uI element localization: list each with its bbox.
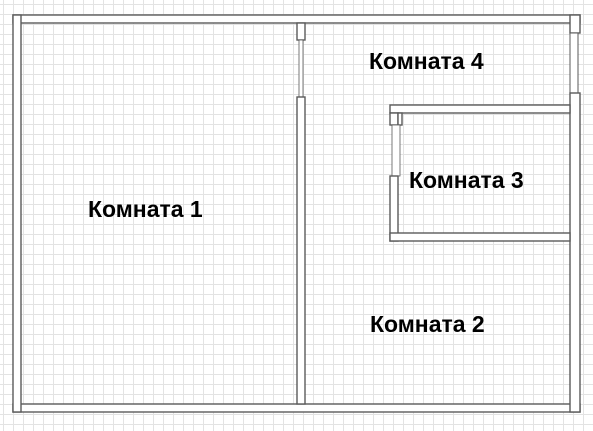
- room4-bottom-wall: [389, 104, 571, 114]
- outer-wall-top: [12, 14, 581, 24]
- room-3-label: Комната 3: [409, 167, 524, 193]
- room3-bottom-wall: [389, 232, 571, 242]
- room3-left-wall-upper: [389, 112, 399, 126]
- outer-wall-left: [12, 14, 22, 413]
- outer-wall-bottom: [12, 403, 581, 413]
- partition-wall-upper: [296, 22, 306, 41]
- door-opening-room3: [391, 124, 401, 177]
- outer-wall-right-upper: [569, 14, 581, 34]
- door-opening-room1-room4: [298, 39, 304, 98]
- partition-wall-lower: [296, 96, 306, 405]
- room-4-label: Комната 4: [369, 48, 484, 74]
- room3-left-wall-stub: [397, 112, 403, 126]
- room-1-label: Комната 1: [88, 196, 203, 222]
- outer-wall-right-lower: [569, 92, 581, 413]
- window-right: [569, 32, 579, 94]
- room-2-label: Комната 2: [370, 311, 485, 337]
- room3-left-wall-lower: [389, 175, 399, 242]
